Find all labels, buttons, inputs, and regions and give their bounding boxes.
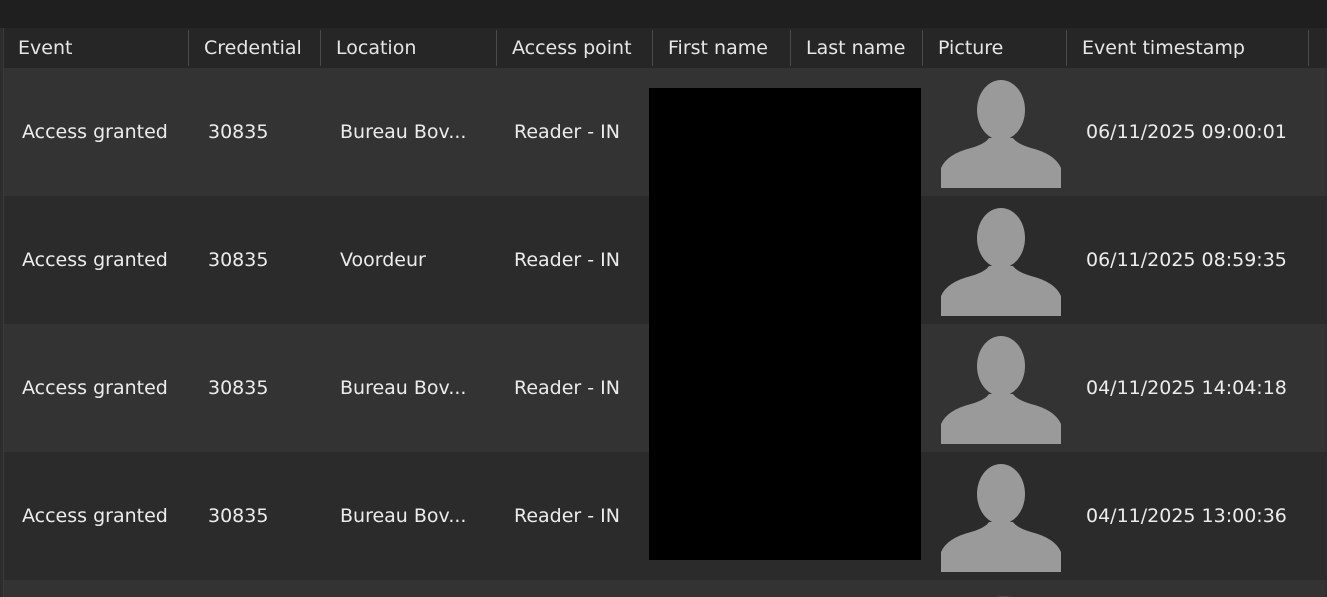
access-point-cell: Reader - IN <box>514 249 620 271</box>
column-header-last-name[interactable]: Last name <box>792 28 922 68</box>
access-point-cell: Reader - IN <box>514 505 620 527</box>
event-timestamp-cell: 04/11/2025 13:00:36 <box>1086 505 1287 527</box>
location-cell: Bureau Bov... <box>340 377 467 399</box>
column-resize-handle[interactable] <box>922 30 923 66</box>
person-placeholder-icon <box>995 596 1013 597</box>
column-resize-handle[interactable] <box>652 30 653 66</box>
person-placeholder-icon <box>941 464 1061 572</box>
credential-cell: 30835 <box>208 249 269 271</box>
access-point-cell: Reader - IN <box>514 377 620 399</box>
column-header-picture[interactable]: Picture <box>924 28 1066 68</box>
person-placeholder-icon <box>941 80 1061 188</box>
event-cell: Access granted <box>22 377 168 399</box>
location-cell: Bureau Bov... <box>340 505 467 527</box>
redacted-name-area <box>649 88 921 560</box>
column-header-access-point[interactable]: Access point <box>498 28 652 68</box>
column-header-event-timestamp[interactable]: Event timestamp <box>1068 28 1308 68</box>
event-cell: Access granted <box>22 249 168 271</box>
event-cell: Access granted <box>22 121 168 143</box>
person-placeholder-icon <box>941 208 1061 316</box>
access-point-cell: Reader - IN <box>514 121 620 143</box>
location-cell: Voordeur <box>340 249 426 271</box>
column-resize-handle[interactable] <box>496 30 497 66</box>
column-resize-handle[interactable] <box>790 30 791 66</box>
column-header-event[interactable]: Event <box>4 28 188 68</box>
event-grid: Event Credential Location Access point F… <box>3 28 1326 597</box>
column-resize-handle[interactable] <box>320 30 321 66</box>
column-resize-handle[interactable] <box>1308 30 1309 66</box>
event-timestamp-cell: 04/11/2025 14:04:18 <box>1086 377 1287 399</box>
event-timestamp-cell: 06/11/2025 09:00:01 <box>1086 121 1287 143</box>
credential-cell: 30835 <box>208 377 269 399</box>
person-placeholder-icon <box>941 336 1061 444</box>
column-header-first-name[interactable]: First name <box>654 28 790 68</box>
grid-header: Event Credential Location Access point F… <box>4 28 1326 69</box>
column-header-location[interactable]: Location <box>322 28 496 68</box>
column-resize-handle[interactable] <box>188 30 189 66</box>
table-row[interactable] <box>4 580 1326 597</box>
credential-cell: 30835 <box>208 505 269 527</box>
event-timestamp-cell: 06/11/2025 08:59:35 <box>1086 249 1287 271</box>
column-header-credential[interactable]: Credential <box>190 28 320 68</box>
event-cell: Access granted <box>22 505 168 527</box>
credential-cell: 30835 <box>208 121 269 143</box>
column-resize-handle[interactable] <box>1066 30 1067 66</box>
window-top-bar <box>0 0 1327 28</box>
location-cell: Bureau Bov... <box>340 121 467 143</box>
